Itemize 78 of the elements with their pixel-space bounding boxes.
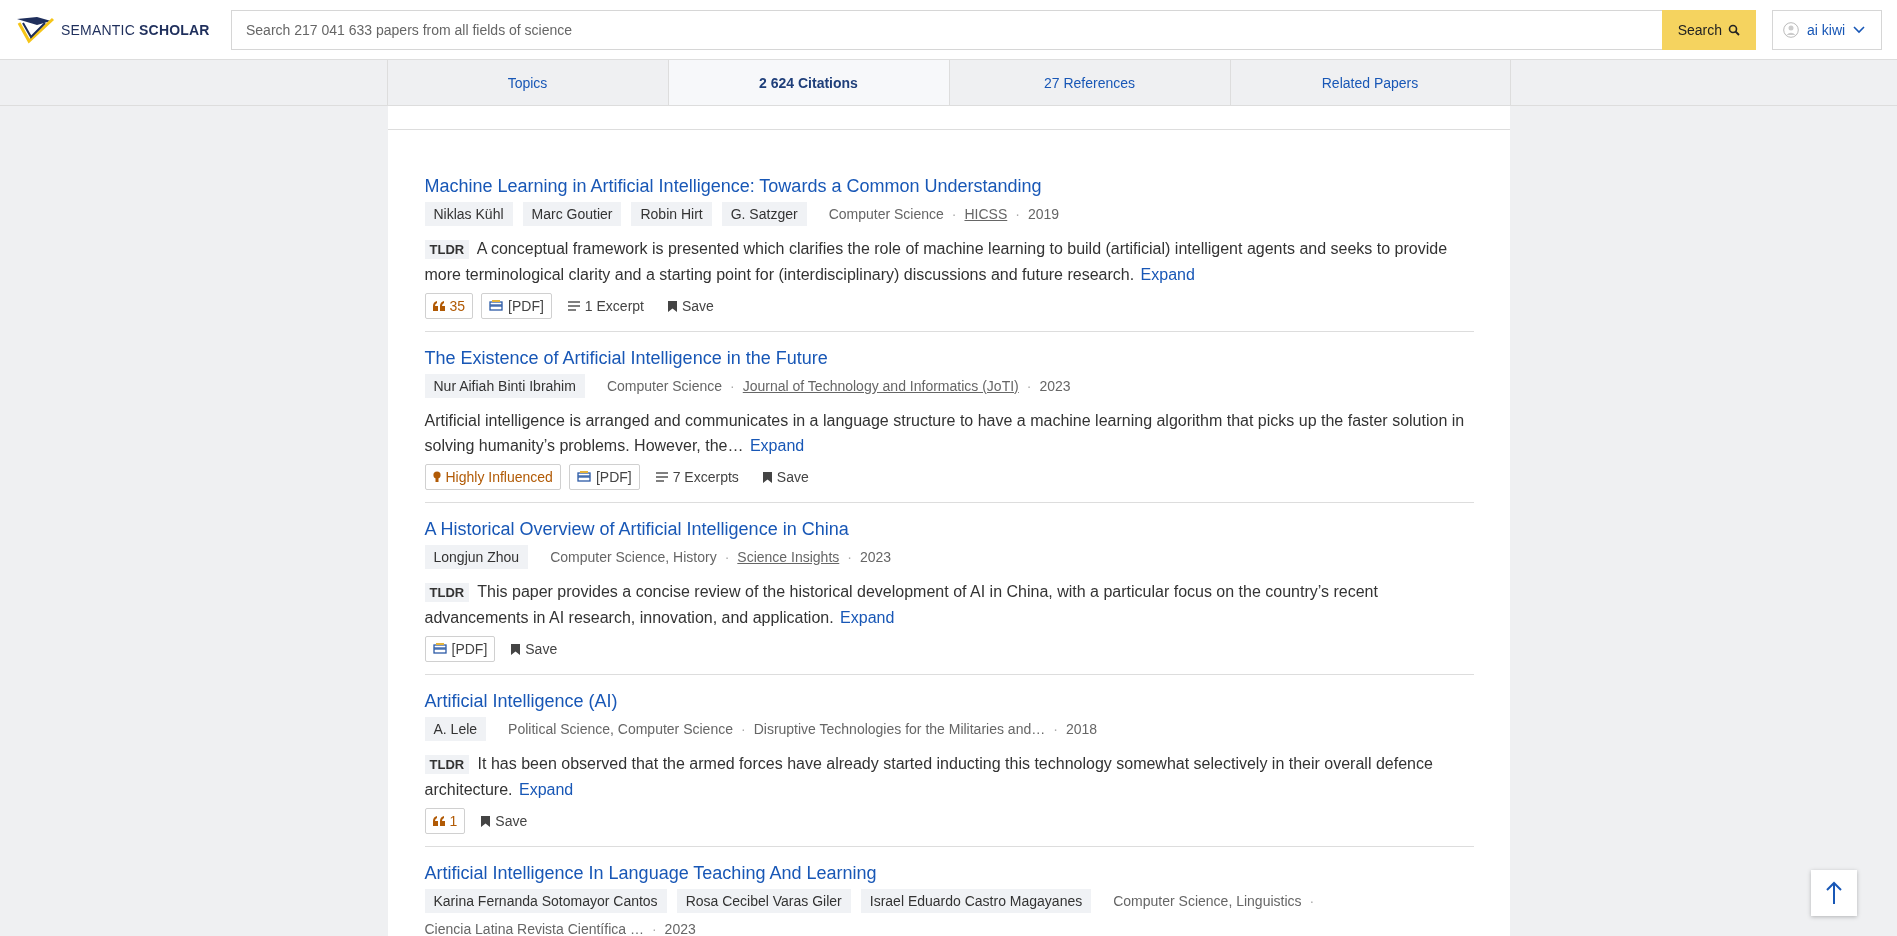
pdf-button[interactable]: [PDF] <box>424 636 496 662</box>
bookmark-icon <box>511 643 521 655</box>
author-chip[interactable]: Rosa Cecibel Varas Giler <box>676 889 851 913</box>
author-chip[interactable]: Nur Aifiah Binti Ibrahim <box>424 374 585 398</box>
summary-paragraph: TLDR This paper provides a concise review of the historical development of AI in China, with a particular focus on the country’s recent advancements in AI research, innovation, and application. Expand <box>424 582 1379 628</box>
fields-of-study: Computer Science <box>606 378 723 394</box>
expand-link[interactable]: Expand <box>840 609 895 626</box>
logo-icon[interactable] <box>15 14 55 45</box>
author-chip[interactable]: G. Satzger <box>721 202 807 226</box>
year-text: 2018 <box>1065 721 1098 737</box>
separator-dot: · <box>1053 721 1058 737</box>
separator-dot: · <box>951 206 957 222</box>
paper-title-link[interactable]: Artificial Intelligence In Language Teaching And Learning <box>424 861 877 885</box>
scroll-to-top-button[interactable] <box>1811 870 1857 916</box>
document-icon <box>432 643 447 655</box>
citations-button[interactable]: 1 <box>424 808 466 834</box>
year-text: 2023 <box>859 549 892 565</box>
fields-of-study: Computer Science, Linguistics <box>1113 893 1302 909</box>
venue-text[interactable]: Journal of Technology and Informatics (JoTI) <box>742 378 1019 394</box>
avatar-icon <box>1783 21 1799 38</box>
fields-of-study: Computer Science <box>828 206 944 222</box>
citations-button[interactable]: 35 <box>424 293 474 319</box>
venue-text[interactable]: HICSS <box>964 206 1008 222</box>
separator-dot: · <box>724 549 730 565</box>
bookmark-icon <box>762 471 772 483</box>
summary-paragraph: TLDR It has been observed that the armed forces have already started inducting this technology somewhat selectively in their overall defence architecture. Expand <box>424 754 1434 800</box>
fields-of-study: Political Science, Computer Science <box>508 721 733 737</box>
venue-text[interactable]: Science Insights <box>737 549 840 565</box>
fields-of-study: Computer Science, History <box>550 549 717 565</box>
author-chip[interactable]: Karina Fernanda Sotomayor Cantos <box>424 889 667 913</box>
separator-dot: · <box>651 921 657 936</box>
author-chip[interactable]: Niklas Kühl <box>424 202 513 226</box>
separator-dot: · <box>847 549 852 565</box>
separator-dot: · <box>1309 893 1315 909</box>
year-text: 2023 <box>1039 378 1071 394</box>
separator-dot: · <box>1026 378 1032 394</box>
paper-title-link[interactable]: A Historical Overview of Artificial Intelligence in China <box>424 517 849 541</box>
paper-title-link[interactable]: Artificial Intelligence (AI) <box>424 689 618 713</box>
summary-paragraph: Artificial intelligence is arranged and communicates in a language structure to have a machine learning algorithm that picks up the faster solution in solving humanity’s problems. However, the… Expand <box>424 411 1466 456</box>
search-icon <box>1728 23 1740 36</box>
lines-icon <box>567 301 580 311</box>
separator-dot: · <box>741 721 746 737</box>
pdf-button[interactable]: [PDF] <box>568 464 640 490</box>
paper-title-link[interactable]: Machine Learning in Artificial Intelligence: Towards a Common Understanding <box>424 174 1042 198</box>
logo-text[interactable]: SEMANTIC SCHOLAR <box>61 21 210 38</box>
expand-link[interactable]: Expand <box>749 437 805 454</box>
lines-icon <box>655 472 668 482</box>
arrow-up-icon <box>1826 881 1842 905</box>
quote-icon <box>432 816 445 826</box>
venue-text: Disruptive Technologies for the Militaries and… <box>753 721 1046 737</box>
author-chip[interactable]: A. Lele <box>424 717 487 741</box>
bookmark-icon <box>481 815 491 827</box>
summary-paragraph: TLDR A conceptual framework is presented which clarifies the role of machine learning to build (artificial) intelligent agents and seeks to provide more terminological clarity and a starting point for (interdisciplinary) discussions and future research. Expand <box>424 239 1449 285</box>
pdf-button[interactable]: [PDF] <box>481 293 552 319</box>
chevron-down-icon <box>1853 25 1866 34</box>
paper-title-link[interactable]: The Existence of Artificial Intelligence in the Future <box>424 346 828 370</box>
author-chip[interactable]: Israel Eduardo Castro Magayanes <box>860 889 1092 913</box>
expand-link[interactable]: Expand <box>1140 266 1195 283</box>
quote-icon <box>432 301 445 311</box>
author-chip[interactable]: Longjun Zhou <box>424 545 529 569</box>
year-text: 2023 <box>664 921 696 936</box>
document-icon <box>576 471 591 483</box>
separator-dot: · <box>1015 206 1020 222</box>
search-button[interactable]: Search <box>1661 9 1756 50</box>
author-chip[interactable]: Robin Hirt <box>631 202 712 226</box>
document-icon <box>489 300 504 312</box>
tab[interactable]: 2 624 Citations <box>667 60 949 105</box>
bookmark-icon <box>668 300 677 312</box>
venue-text: Ciencia Latina Revista Científica … <box>424 921 644 936</box>
search-field[interactable]: Search 217 041 633 papers from all fields of science <box>231 9 1662 50</box>
user-menu-button[interactable]: ai kiwi <box>1772 9 1882 50</box>
tab[interactable]: Related Papers <box>1229 60 1511 105</box>
lightbulb-icon <box>432 471 441 483</box>
influenced-button[interactable]: Highly Influenced <box>424 464 561 490</box>
year-text: 2019 <box>1027 206 1060 222</box>
expand-link[interactable]: Expand <box>519 781 574 798</box>
separator-dot: · <box>730 378 735 394</box>
author-chip[interactable]: Marc Goutier <box>522 202 622 226</box>
